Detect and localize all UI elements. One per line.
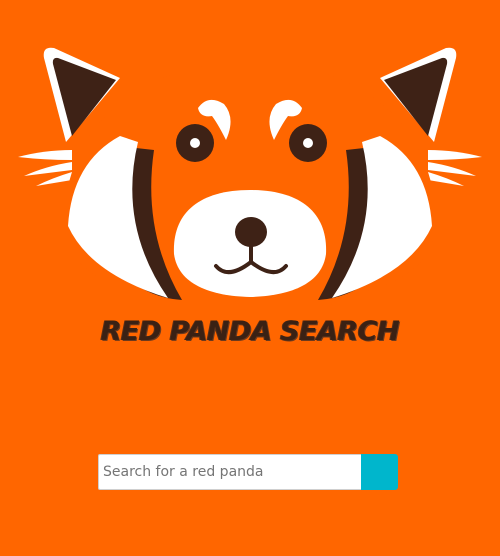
red-panda-face-icon bbox=[18, 47, 482, 304]
left-whiskers bbox=[18, 150, 72, 186]
right-eye-highlight bbox=[303, 138, 313, 148]
right-whiskers bbox=[428, 150, 482, 186]
search-form bbox=[98, 454, 398, 490]
search-input[interactable] bbox=[98, 454, 361, 490]
brand-title: RED PANDA SEARCH bbox=[100, 316, 400, 347]
left-eye-highlight bbox=[190, 138, 200, 148]
logo bbox=[0, 0, 500, 310]
search-button[interactable] bbox=[361, 454, 398, 490]
nose bbox=[235, 217, 267, 247]
